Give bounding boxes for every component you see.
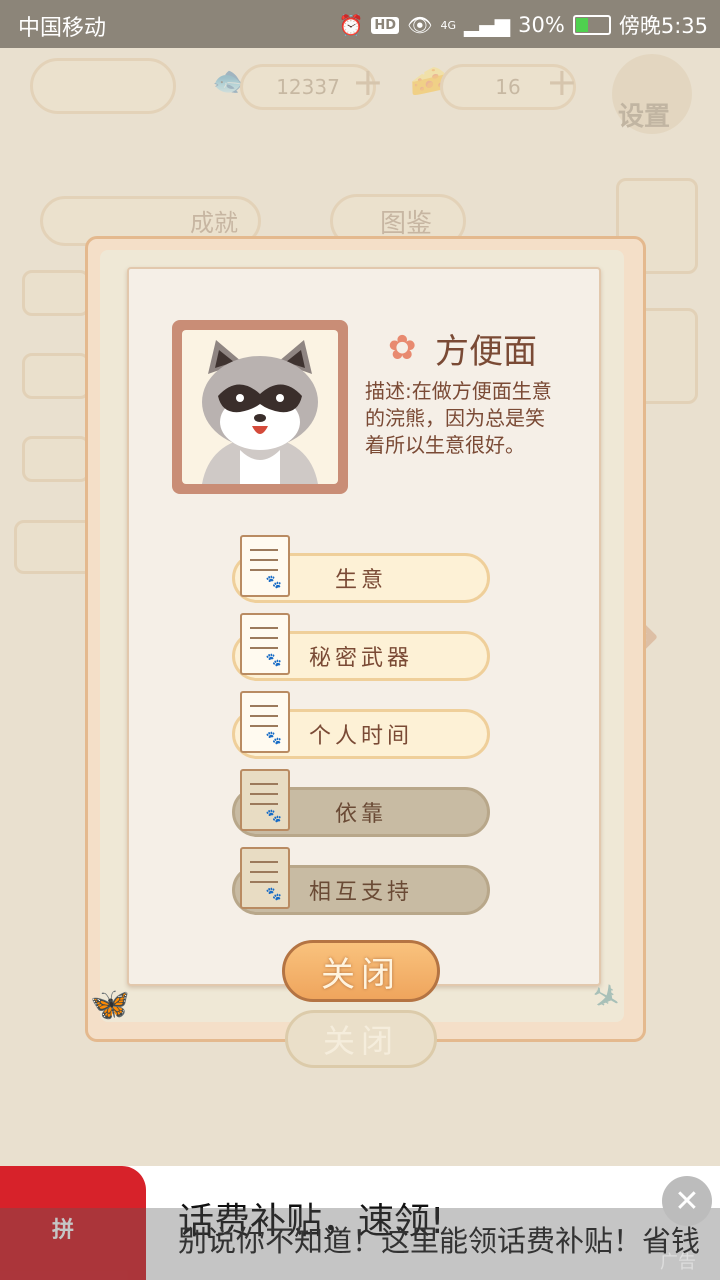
- ad-subtitle[interactable]: 别说你不知道！这里能领话费补贴！省钱: [178, 1218, 700, 1260]
- raccoon-portrait: [182, 330, 338, 484]
- tab-catalog: 图鉴: [380, 209, 433, 239]
- alarm-icon: ⏰: [338, 13, 364, 37]
- settings-label: 设置: [618, 102, 671, 132]
- side-tab-3: [22, 436, 90, 482]
- clock: 傍晚5:35: [618, 14, 708, 38]
- butterfly-icon: 🦋: [90, 985, 130, 1023]
- flower-icon: ✿: [388, 328, 417, 368]
- player-panel: [30, 58, 176, 114]
- close-button-shadow: 关闭: [285, 1010, 437, 1068]
- story-item-label: 生意: [334, 568, 387, 593]
- scroll-icon: 🐾: [240, 769, 290, 831]
- story-item-label: 依靠: [334, 802, 387, 827]
- close-button[interactable]: 关闭: [282, 940, 440, 1002]
- story-item-label: 个人时间: [308, 724, 413, 749]
- status-icons: ⏰ HD 👁 4G ▂▄▆ 30% 傍晚5:35: [338, 10, 708, 40]
- network-type: 4G: [440, 18, 456, 32]
- status-bar: 中国移动 ⏰ HD 👁 4G ▂▄▆ 30% 傍晚5:35: [0, 0, 720, 48]
- story-item-label: 秘密武器: [308, 646, 413, 671]
- add-fish-icon: +: [352, 60, 384, 104]
- character-description: 描述:在做方便面生意的浣熊，因为总是笑着所以生意很好。: [365, 379, 552, 457]
- scroll-icon: 🐾: [240, 847, 290, 909]
- character-name: 方便面: [435, 332, 537, 372]
- carrier-label: 中国移动: [18, 16, 107, 41]
- signal-icon: ▂▄▆: [463, 13, 511, 37]
- tab-achievements: 成就: [190, 209, 238, 237]
- ad-label: 广告: [660, 1252, 696, 1273]
- close-icon[interactable]: ✕: [662, 1176, 712, 1226]
- battery-percent: 30%: [518, 13, 565, 37]
- side-tab-1: [22, 270, 90, 316]
- eye-icon: 👁: [407, 13, 433, 37]
- raccoon-icon: [202, 340, 318, 484]
- battery-icon: [572, 15, 611, 35]
- story-item-label: 相互支持: [308, 880, 413, 905]
- scroll-icon: 🐾: [240, 613, 290, 675]
- scroll-icon: 🐾: [240, 535, 290, 597]
- side-tab-2: [22, 353, 90, 399]
- hd-badge: HD: [371, 16, 400, 34]
- add-cheese-icon: +: [546, 60, 578, 104]
- scroll-icon: 🐾: [240, 691, 290, 753]
